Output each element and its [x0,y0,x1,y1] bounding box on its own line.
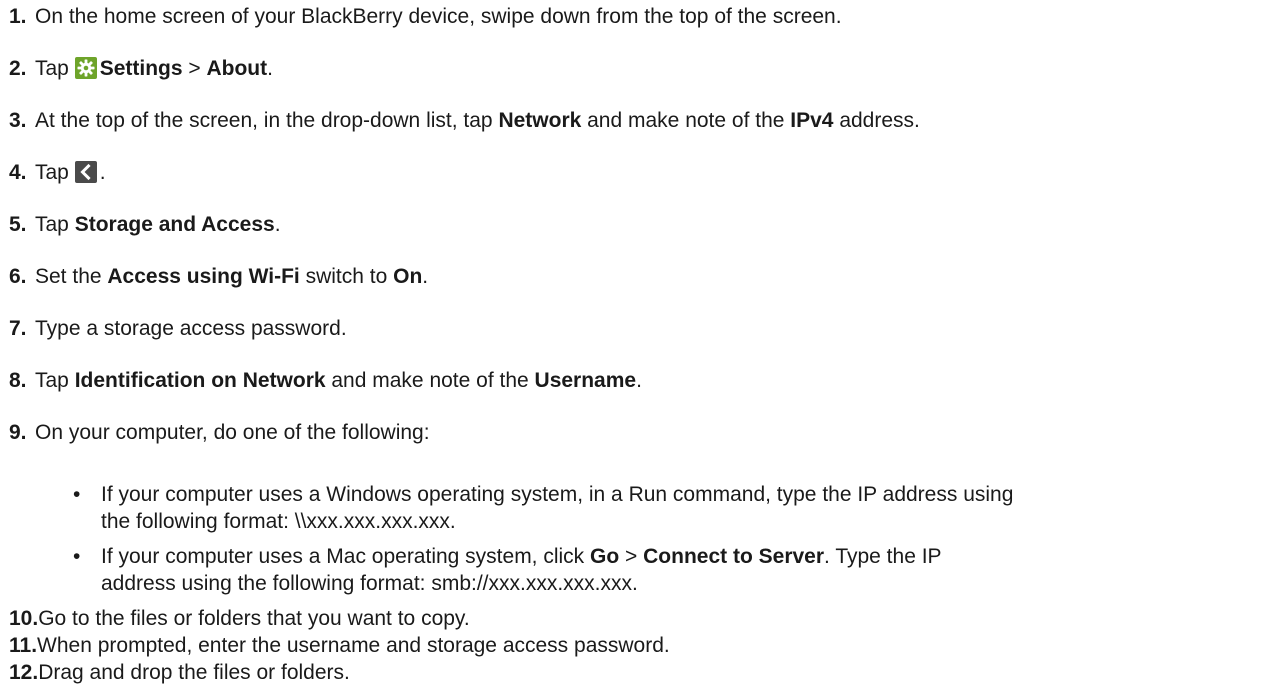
step-number: 9. [9,421,27,444]
punctuation: . [422,265,429,288]
step-1: 1. On the home screen of your BlackBerry … [9,3,842,30]
back-chevron-icon [74,161,97,183]
step-text: Tap [35,213,75,236]
step-text: and make note of the [325,369,535,392]
step-number: 7. [9,317,27,340]
username-label: Username [534,369,637,392]
step-text: Set the [35,265,108,288]
bullet: • [73,545,81,568]
step-11: 11.When prompted, enter the username and… [9,632,670,659]
bullet: • [73,483,81,506]
step-number: 4. [9,161,27,184]
step-4: 4. Tap . [9,159,106,186]
step-number: 3. [9,109,27,132]
sub-text-line: address using the following format: smb:… [101,572,638,595]
identification-label: Identification on Network [74,369,326,392]
gear-icon [74,57,97,79]
step-12: 12.Drag and drop the files or folders. [9,659,350,686]
step-text: Drag and drop the files or folders. [38,661,350,684]
sub-text-line: If your computer uses a Windows operatin… [101,483,1014,506]
step-10: 10.Go to the files or folders that you w… [9,605,470,632]
punctuation: . [636,369,642,392]
punctuation: . [267,57,273,80]
step-3: 3. At the top of the screen, in the drop-… [9,107,920,134]
storage-access-label: Storage and Access [74,213,275,236]
punctuation: . [99,161,106,184]
step-text: Tap [35,161,75,184]
step-text: and make note of the [581,109,791,132]
sub-text-line: If your computer uses a Mac operating sy… [101,543,942,570]
step-number: 2. [9,57,27,80]
about-label: About [206,57,268,80]
step-2: 2. Tap Settings > About. [9,55,273,82]
settings-label: Settings [99,57,183,80]
connect-server-label: Connect to Server [643,545,825,568]
step-number: 10. [9,607,39,630]
step-text: On your computer, do one of the followin… [35,421,430,444]
step-text: At the top of the screen, in the drop-do… [35,109,499,132]
go-label: Go [590,545,620,568]
step-text: On the home screen of your BlackBerry de… [35,5,842,28]
step-text: Type a storage access password. [35,317,347,340]
sub-text-line: the following format: \\xxx.xxx.xxx.xxx. [101,510,456,533]
step-number: 12. [9,661,39,684]
step-text: Go to the files or folders that you want… [38,607,470,630]
network-label: Network [498,109,582,132]
separator: > [182,57,207,80]
step-8: 8. Tap Identification on Network and make… [9,367,642,394]
step-number: 1. [9,5,27,28]
ipv4-label: IPv4 [790,109,834,132]
step-6: 6. Set the Access using Wi-Fi switch to O… [9,263,428,290]
step-5: 5. Tap Storage and Access. [9,211,281,238]
step-text: switch to [299,265,394,288]
step-number: 11. [9,634,38,657]
step-text: Tap [35,369,75,392]
instructions-document: 1. On the home screen of your BlackBerry … [0,0,1269,692]
step-7: 7. Type a storage access password. [9,315,347,342]
step-number: 6. [9,265,27,288]
access-wifi-label: Access using Wi-Fi [107,265,300,288]
separator: > [619,545,644,568]
step-9: 9. On your computer, do one of the follow… [9,419,430,446]
step-text: . Type the IP [824,545,942,568]
step-text: address. [833,109,920,132]
step-text: When prompted, enter the username and st… [37,634,670,657]
step-text: Tap [35,57,75,80]
step-number: 5. [9,213,27,236]
punctuation: . [274,213,281,236]
step-text: If your computer uses a Mac operating sy… [101,545,591,568]
on-label: On [393,265,423,288]
step-number: 8. [9,369,27,392]
